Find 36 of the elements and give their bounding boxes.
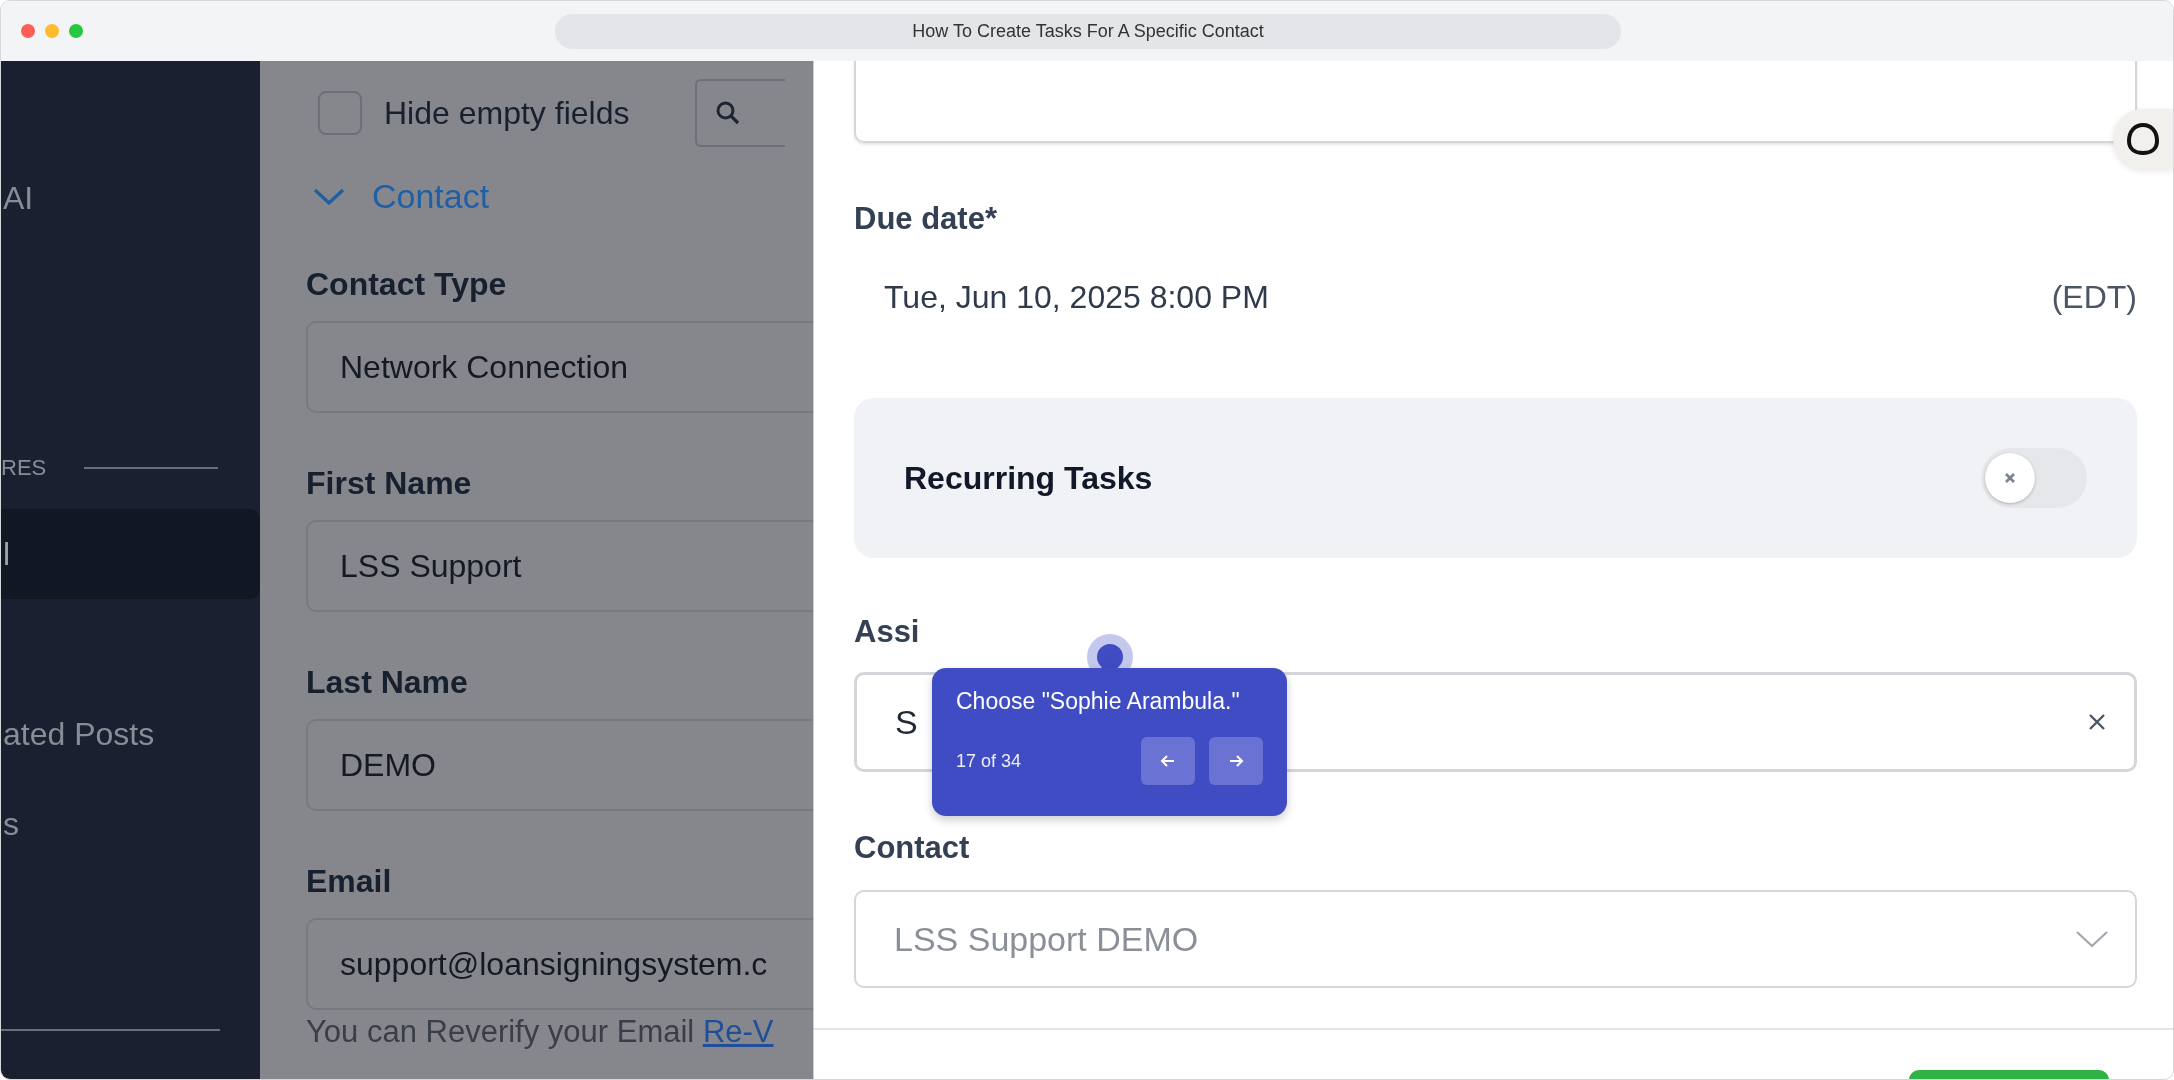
guide-text: Choose "Sophie Arambula." — [956, 688, 1241, 715]
field-label: Last Name — [306, 664, 469, 701]
close-window-button[interactable] — [21, 24, 35, 38]
field-label: Due date* — [854, 201, 998, 237]
next-button[interactable] — [1209, 737, 1263, 785]
minimize-window-button[interactable] — [45, 24, 59, 38]
window-title: How To Create Tasks For A Specific Contact — [555, 14, 1621, 49]
field-label: Contact Type — [306, 266, 508, 303]
x-icon — [2003, 471, 2017, 485]
field-label: Assi — [854, 614, 921, 650]
sidebar-item[interactable]: ated Posts — [1, 709, 260, 759]
checkbox-label: Hide empty fields — [384, 94, 630, 132]
field-label: Email — [306, 863, 393, 900]
chat-bot-button[interactable] — [2113, 109, 2173, 169]
input-field[interactable]: support@loansigningsystem.c — [306, 918, 813, 1010]
recurring-tasks-label: Recurring Tasks — [904, 459, 1153, 497]
input-field[interactable]: LSS Support — [306, 520, 813, 612]
checkbox[interactable] — [318, 91, 362, 135]
sidebar-item[interactable]: l — [1, 509, 260, 599]
sidebar-item[interactable]: s — [1, 799, 260, 849]
input-field[interactable]: DEMO — [306, 719, 813, 811]
step-counter: 17 of 34 — [956, 750, 1023, 772]
maximize-window-button[interactable] — [69, 24, 83, 38]
field-label: Contact — [854, 830, 971, 866]
chevron-down-icon[interactable] — [2075, 929, 2109, 949]
helper-text: You can Reverify your Email — [306, 1014, 695, 1049]
sidebar-item[interactable]: AI — [1, 173, 260, 223]
sidebar-section-label: RES — [1, 455, 47, 481]
previous-button[interactable] — [1141, 737, 1195, 785]
field-label: First Name — [306, 465, 473, 502]
assignee-value: S — [895, 702, 918, 742]
timezone-label: (EDT) — [2051, 279, 2137, 316]
contact-value: LSS Support DEMO — [894, 919, 1199, 959]
due-date-value[interactable]: Tue, Jun 10, 2025 8:00 PM — [884, 279, 1269, 316]
input-field[interactable]: Network Connection — [306, 321, 813, 413]
search-button[interactable] — [695, 79, 786, 147]
